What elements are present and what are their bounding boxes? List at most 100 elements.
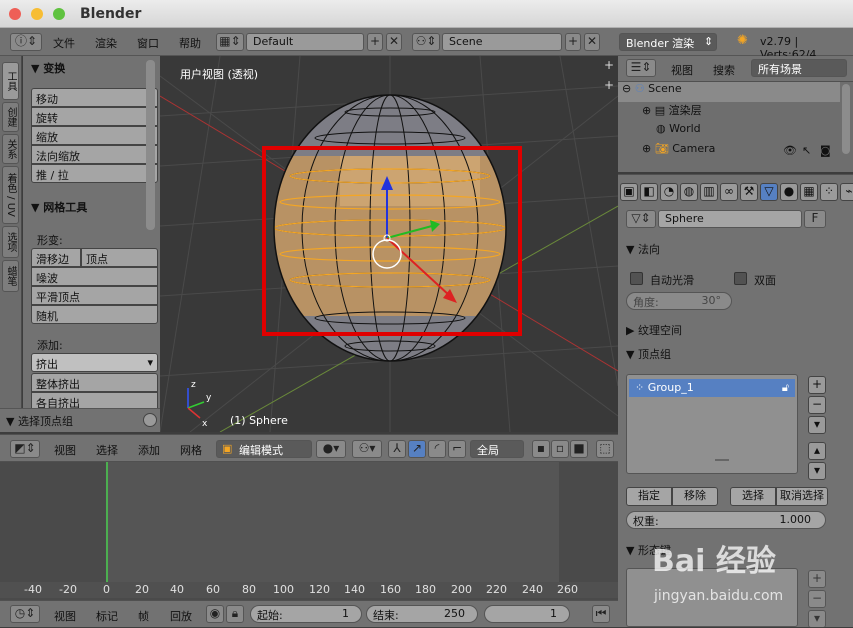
mesh-data-icon[interactable]: ▽⇕ bbox=[626, 210, 656, 228]
selectability-cursor-icon[interactable]: ↖ bbox=[802, 144, 811, 157]
delete-scene-button[interactable]: ✕ bbox=[584, 33, 600, 51]
render-engine-select[interactable]: Blender 渲染 bbox=[619, 33, 717, 51]
translate-manipulator-icon[interactable]: ↗ bbox=[408, 440, 426, 458]
layout-name-field[interactable]: Default bbox=[246, 33, 364, 51]
menu-help[interactable]: 帮助 bbox=[179, 35, 201, 51]
weight-field[interactable]: 权重: 1.000 bbox=[626, 511, 826, 529]
scene-name-field[interactable]: Scene bbox=[442, 33, 562, 51]
lock-icon[interactable]: 🔓︎ bbox=[782, 381, 789, 395]
delete-layout-button[interactable]: ✕ bbox=[386, 33, 402, 51]
move-button[interactable]: 移动 bbox=[31, 88, 158, 107]
menu-window[interactable]: 窗口 bbox=[137, 35, 159, 51]
noise-button[interactable]: 噪波 bbox=[31, 267, 158, 286]
vertex-groups-section-header[interactable]: ▼ 顶点组 bbox=[626, 346, 671, 362]
start-frame-field[interactable]: 起始: 1 bbox=[250, 605, 362, 623]
menu-file[interactable]: 文件 bbox=[53, 35, 75, 51]
visibility-eye-icon[interactable]: 👁︎ bbox=[783, 144, 797, 157]
modifiers-tab-icon[interactable]: ⚒ bbox=[740, 183, 758, 201]
scene-tab-icon[interactable]: ◔ bbox=[660, 183, 678, 201]
scene-icon[interactable]: ⚇⇕ bbox=[412, 33, 440, 51]
move-down-button[interactable]: ▾ bbox=[808, 462, 826, 480]
slide-edge-button[interactable]: 滑移边 bbox=[31, 248, 81, 267]
push-pull-button[interactable]: 推 / 拉 bbox=[31, 164, 158, 183]
viewport-shading-button[interactable]: ●▾ bbox=[316, 440, 346, 458]
editor-type-3d-icon[interactable]: ◩⇕ bbox=[10, 440, 40, 458]
menu-render[interactable]: 渲染 bbox=[95, 35, 117, 51]
double-sided-checkbox[interactable] bbox=[734, 272, 747, 285]
add-vertex-group-button[interactable]: + bbox=[808, 376, 826, 394]
render-layer-tab-icon[interactable]: ◧ bbox=[640, 183, 658, 201]
jump-start-icon[interactable]: ⏮ bbox=[592, 605, 610, 623]
mesh-data-tab-icon[interactable]: ▽ bbox=[760, 183, 778, 201]
vertex-group-list[interactable]: ⁘ Group_1 🔓︎ bbox=[626, 374, 798, 474]
physics-tab-icon[interactable]: ⌁ bbox=[840, 183, 853, 201]
remove-button[interactable]: 移除 bbox=[672, 487, 718, 506]
editor-type-button[interactable]: ⓘ⇕ bbox=[10, 33, 42, 51]
current-frame-line[interactable] bbox=[106, 462, 108, 584]
outliner-row-render-layers[interactable]: ⊕ ▤ 渲染层 bbox=[618, 102, 840, 122]
editor-type-timeline-icon[interactable]: ◷⇕ bbox=[10, 605, 40, 623]
mesh-name-field[interactable]: Sphere bbox=[658, 210, 802, 228]
select-button[interactable]: 选择 bbox=[730, 487, 776, 506]
outliner-filter-select[interactable]: 所有场景 bbox=[751, 59, 847, 77]
last-operator-header[interactable]: ▼ 选择顶点组 bbox=[6, 413, 73, 429]
texture-space-section-header[interactable]: ▶ 纹理空间 bbox=[626, 322, 682, 338]
vertex-select-mode-icon[interactable]: ▪ bbox=[532, 440, 550, 458]
occlude-geometry-icon[interactable]: ⬚ bbox=[596, 440, 614, 458]
edge-select-mode-icon[interactable]: ▫ bbox=[551, 440, 569, 458]
editor-type-outliner-icon[interactable]: ☰⇕ bbox=[626, 59, 656, 77]
outliner-menu-view[interactable]: 视图 bbox=[671, 62, 693, 78]
maximize-window-button[interactable] bbox=[53, 8, 65, 20]
timeline-area[interactable]: -40 -20 0 20 40 60 80 100 120 140 160 18… bbox=[0, 462, 618, 600]
face-select-mode-icon[interactable]: ■ bbox=[570, 440, 588, 458]
assign-button[interactable]: 指定 bbox=[626, 487, 672, 506]
rotate-manipulator-icon[interactable]: ◜ bbox=[428, 440, 446, 458]
extrude-select[interactable]: 挤出 ▾ bbox=[31, 353, 158, 372]
tab-create[interactable]: 创建 bbox=[2, 102, 19, 132]
world-tab-icon[interactable]: ◍ bbox=[680, 183, 698, 201]
shrink-fatten-button[interactable]: 法向缩放 bbox=[31, 145, 158, 164]
material-tab-icon[interactable]: ● bbox=[780, 183, 798, 201]
render-camera-icon[interactable]: ◙ bbox=[820, 144, 831, 157]
tab-grease-pencil[interactable]: 蜡笔 bbox=[2, 260, 19, 292]
mesh-tools-panel-header[interactable]: ▼ 网格工具 bbox=[31, 199, 87, 215]
3d-viewport[interactable]: z y x 用户视图 (透视) (1) Sphere + + bbox=[160, 56, 618, 432]
current-frame-field[interactable]: 1 bbox=[484, 605, 570, 623]
timeline-menu-playback[interactable]: 回放 bbox=[170, 608, 192, 624]
timeline-menu-view[interactable]: 视图 bbox=[54, 608, 76, 624]
manipulator-toggle-icon[interactable]: ⅄ bbox=[388, 440, 406, 458]
auto-smooth-checkbox[interactable] bbox=[630, 272, 643, 285]
tab-relations[interactable]: 关系 bbox=[2, 134, 19, 164]
angle-field[interactable]: 角度: 30° bbox=[626, 292, 732, 310]
move-up-button[interactable]: ▴ bbox=[808, 442, 826, 460]
tab-tools[interactable]: 工具 bbox=[2, 62, 19, 100]
layout-icon[interactable]: ▦⇕ bbox=[216, 33, 244, 51]
scale-button[interactable]: 缩放 bbox=[31, 126, 158, 145]
render-tab-icon[interactable]: ▣ bbox=[620, 183, 638, 201]
object-tab-icon[interactable]: ▥ bbox=[700, 183, 718, 201]
texture-tab-icon[interactable]: ▦ bbox=[800, 183, 818, 201]
tab-shading-uv[interactable]: 着色 / UV bbox=[2, 166, 19, 224]
tab-options[interactable]: 选项 bbox=[2, 226, 19, 258]
menu-add[interactable]: 添加 bbox=[138, 442, 160, 458]
panel-toggle-icon[interactable] bbox=[143, 413, 157, 427]
randomize-button[interactable]: 随机 bbox=[31, 305, 158, 324]
menu-select[interactable]: 选择 bbox=[96, 442, 118, 458]
scale-manipulator-icon[interactable]: ⌐ bbox=[448, 440, 466, 458]
menu-mesh[interactable]: 网格 bbox=[180, 442, 202, 458]
deselect-button[interactable]: 取消选择 bbox=[776, 487, 828, 506]
tool-shelf-scrollbar[interactable] bbox=[146, 60, 155, 230]
particles-tab-icon[interactable]: ⁘ bbox=[820, 183, 838, 201]
normals-section-header[interactable]: ▼ 法向 bbox=[626, 241, 660, 257]
outliner-row-world[interactable]: ◍ World bbox=[618, 122, 840, 142]
minimize-window-button[interactable] bbox=[31, 8, 43, 20]
add-scene-button[interactable]: + bbox=[565, 33, 581, 51]
slide-vertex-button[interactable]: 顶点 bbox=[81, 248, 158, 267]
extrude-region-button[interactable]: 整体挤出 bbox=[31, 373, 158, 392]
lock-icon[interactable]: 🔒︎ bbox=[226, 605, 244, 623]
outliner-menu-search[interactable]: 搜索 bbox=[713, 62, 735, 78]
outliner-row-scene[interactable]: ⊖ ⚇ Scene bbox=[618, 82, 840, 102]
timeline-menu-frame[interactable]: 帧 bbox=[138, 608, 149, 624]
add-layout-button[interactable]: + bbox=[367, 33, 383, 51]
region-expand-plus-icon[interactable]: + bbox=[604, 78, 614, 92]
